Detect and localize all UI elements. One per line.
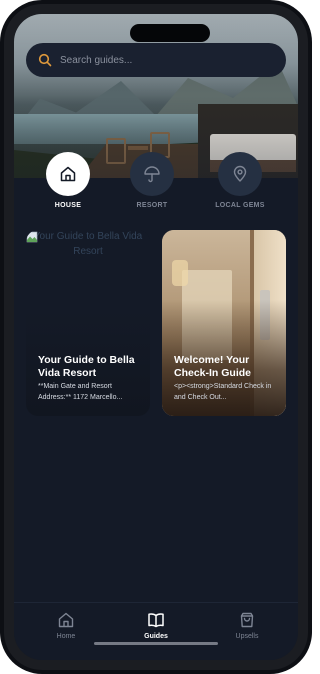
category-resort[interactable]: RESORT: [122, 152, 182, 209]
book-open-icon: [148, 613, 164, 628]
category-resort-label: RESORT: [136, 202, 168, 209]
category-house-label: HOUSE: [54, 202, 82, 209]
category-local-gems-label: LOCAL GEMS: [215, 202, 265, 209]
nav-item-guides[interactable]: Guides: [121, 611, 191, 640]
house-icon: [60, 166, 76, 182]
card-image-lamp: [172, 260, 188, 286]
home-icon: [58, 612, 74, 628]
nav-item-upsells[interactable]: Upsells: [212, 611, 282, 640]
search-bar[interactable]: [26, 43, 286, 77]
category-local-gems[interactable]: LOCAL GEMS: [210, 152, 270, 209]
shopping-bag-icon: [240, 612, 254, 628]
nav-item-guides-label: Guides: [144, 633, 168, 640]
category-house-circle: [46, 152, 90, 196]
card-description: <p><strong>Standard Check in and Check O…: [174, 383, 272, 401]
umbrella-icon: [144, 166, 160, 183]
search-input[interactable]: [60, 54, 260, 66]
map-pin-icon: [233, 165, 247, 182]
nav-item-home[interactable]: Home: [31, 611, 101, 640]
home-indicator[interactable]: [94, 642, 218, 645]
category-house[interactable]: HOUSE: [38, 152, 98, 209]
nav-item-upsells-label: Upsells: [235, 633, 259, 640]
card-image-alt-text: Your Guide to Bella Vida Resort: [33, 231, 143, 257]
nav-item-home-label: Home: [56, 633, 76, 640]
bottom-navigation: Home Guides Upsells: [14, 602, 298, 660]
card-title: Your Guide to Bella Vida Resort: [38, 354, 135, 380]
phone-frame: HOUSE RESORT LOCAL GEMS: [0, 0, 312, 674]
category-local-gems-circle: [218, 152, 262, 196]
card-image-placeholder: Your Guide to Bella Vida Resort: [26, 230, 150, 259]
dynamic-island: [130, 24, 210, 42]
guide-card-bella-vida[interactable]: Your Guide to Bella Vida Resort Your Gui…: [26, 230, 150, 416]
search-icon: [38, 53, 52, 67]
guide-card-check-in[interactable]: Welcome! Your Check-In Guide <p><strong>…: [162, 230, 286, 416]
card-title: Welcome! Your Check-In Guide: [174, 354, 252, 380]
app-screen: HOUSE RESORT LOCAL GEMS: [14, 14, 298, 660]
category-resort-circle: [130, 152, 174, 196]
broken-image-icon: [26, 231, 38, 243]
card-description: **Main Gate and Resort Address:** 1172 M…: [38, 383, 123, 401]
